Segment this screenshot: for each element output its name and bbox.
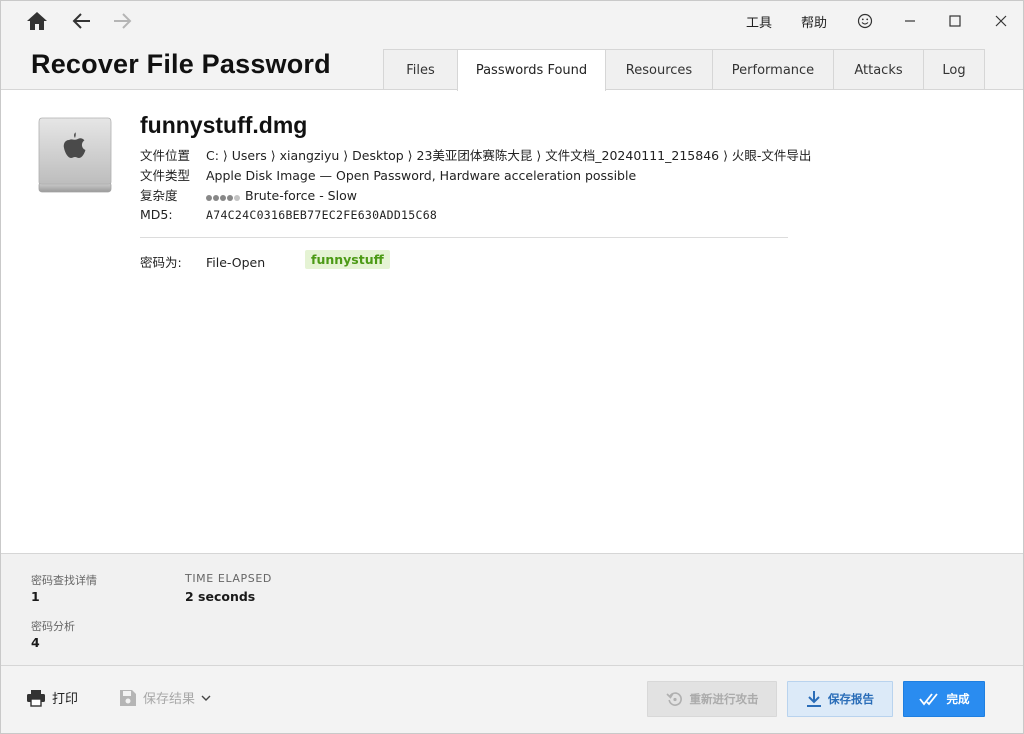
elapsed-value: 2 seconds [185, 589, 256, 604]
tab-log[interactable]: Log [923, 49, 985, 90]
md5-label: MD5: [140, 207, 173, 222]
tab-bar: Files Passwords Found Resources Performa… [383, 49, 985, 91]
minimize-icon[interactable] [898, 9, 922, 33]
maximize-icon[interactable] [943, 9, 967, 33]
file-location-row: 文件位置 C: ⟩ Users ⟩ xiangziyu ⟩ Desktop ⟩ 2… [140, 145, 811, 164]
tab-resources[interactable]: Resources [605, 49, 713, 90]
retry-icon [665, 692, 682, 706]
complexity-dot [206, 195, 212, 201]
footer-bar: 打印 保存结果 重新进行攻击 保存报告 完成 [1, 665, 1023, 733]
print-label: 打印 [52, 692, 79, 707]
app-window: 工具 帮助 Recover File Password Files Passwo… [0, 0, 1024, 734]
close-icon[interactable] [989, 9, 1013, 33]
home-icon[interactable] [25, 9, 49, 33]
complexity-label: 复杂度 [140, 188, 178, 203]
complexity-row: 复杂度 Brute-force - Slow [140, 185, 357, 204]
md5-value: A74C24C0316BEB77EC2FE630ADD15C68 [206, 208, 438, 222]
done-label: 完成 [946, 692, 970, 706]
tab-passwords-found[interactable]: Passwords Found [457, 49, 606, 91]
printer-icon [27, 689, 45, 707]
smiley-icon[interactable] [853, 9, 877, 33]
app-title: Recover File Password [31, 49, 331, 79]
analyzed-value: 4 [31, 635, 40, 650]
chevron-down-icon [201, 695, 211, 701]
arrow-right-icon [110, 9, 134, 33]
retry-attack-button[interactable]: 重新进行攻击 [647, 681, 777, 717]
save-results-label: 保存结果 [143, 692, 196, 707]
menu-help[interactable]: 帮助 [801, 12, 827, 31]
password-type: File-Open [206, 255, 266, 270]
file-location-label: 文件位置 [140, 148, 191, 163]
complexity-dot [220, 195, 226, 201]
file-name: funnystuff.dmg [140, 112, 308, 138]
divider [140, 237, 788, 238]
menu-tools[interactable]: 工具 [746, 12, 772, 31]
analyzed-label: 密码分析 [31, 620, 75, 633]
complexity-dot [227, 195, 233, 201]
complexity-dot [213, 195, 219, 201]
found-label: 密码查找详情 [31, 574, 97, 587]
file-type-value: Apple Disk Image — Open Password, Hardwa… [206, 168, 637, 183]
tab-performance[interactable]: Performance [712, 49, 834, 90]
found-value: 1 [31, 589, 40, 604]
download-icon [807, 691, 821, 707]
title-bar: 工具 帮助 [1, 1, 1023, 41]
double-check-icon [918, 693, 938, 706]
arrow-left-icon[interactable] [70, 9, 94, 33]
password-value[interactable]: funnystuff [305, 250, 390, 269]
done-button[interactable]: 完成 [903, 681, 985, 717]
save-results-button[interactable]: 保存结果 [119, 688, 211, 707]
elapsed-label: TIME ELAPSED [185, 572, 272, 585]
file-location-value: C: ⟩ Users ⟩ xiangziyu ⟩ Desktop ⟩ 23美亚团… [206, 148, 812, 163]
floppy-icon [120, 689, 136, 706]
md5-row: MD5: A74C24C0316BEB77EC2FE630ADD15C68 [140, 207, 437, 222]
print-button[interactable]: 打印 [26, 688, 78, 707]
complexity-meter [206, 189, 241, 204]
complexity-value: Brute-force - Slow [245, 188, 357, 203]
save-report-button[interactable]: 保存报告 [787, 681, 893, 717]
retry-label: 重新进行攻击 [689, 692, 759, 706]
tab-files[interactable]: Files [383, 49, 458, 90]
file-type-label: 文件类型 [140, 168, 191, 183]
password-label: 密码为: [140, 255, 182, 270]
passwords-found-panel: funnystuff.dmg 文件位置 C: ⟩ Users ⟩ xiangziy… [1, 89, 1023, 553]
disk-image-icon [38, 116, 112, 194]
file-type-row: 文件类型 Apple Disk Image — Open Password, Ha… [140, 165, 636, 184]
complexity-dot [234, 195, 240, 201]
stats-panel: 密码查找详情 1 TIME ELAPSED 2 seconds 密码分析 4 [1, 553, 1023, 665]
save-report-label: 保存报告 [828, 692, 874, 706]
password-row: 密码为: File-Open [140, 252, 265, 271]
tab-attacks[interactable]: Attacks [833, 49, 924, 90]
